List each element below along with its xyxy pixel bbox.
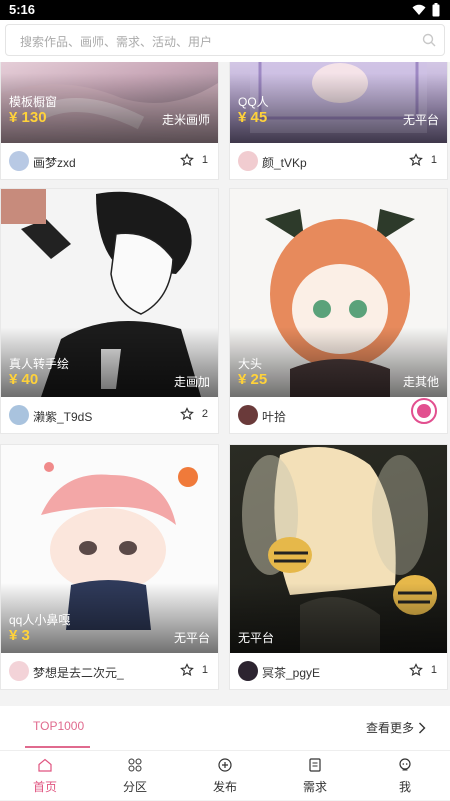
favorite-count: 2 xyxy=(201,408,208,420)
work-price: ¥ 25 xyxy=(238,371,268,388)
work-type: QQ人 xyxy=(238,95,269,109)
tab-categories[interactable]: 分区 xyxy=(90,751,180,801)
card-footer: 颜_tVKp 1 xyxy=(230,143,447,179)
star-icon[interactable] xyxy=(409,153,423,167)
work-platform: 走画加 xyxy=(173,375,210,389)
work-card[interactable]: 大头 ¥ 25 走其他 叶拾 xyxy=(229,188,448,434)
artist-name[interactable]: 叶拾 xyxy=(262,408,286,425)
status-time: 5:16 xyxy=(9,2,36,17)
wifi-icon xyxy=(412,4,426,15)
avatar[interactable] xyxy=(238,151,258,171)
card-footer: 濑紫_T9dS 2 xyxy=(1,397,218,433)
tab-top1000[interactable]: TOP1000 xyxy=(33,719,84,733)
artist-name[interactable]: 濑紫_T9dS xyxy=(33,408,92,425)
star-icon[interactable] xyxy=(180,407,194,421)
card-footer: 梦想是去二次元_ 1 xyxy=(1,653,218,689)
work-thumbnail[interactable]: 模板橱窗 ¥ 130 走米画师 xyxy=(1,62,218,143)
avatar[interactable] xyxy=(9,151,29,171)
tab-label: 我 xyxy=(398,780,411,794)
work-card[interactable]: 无平台 冥茶_pgyE 1 xyxy=(229,444,448,690)
badge-icon xyxy=(417,404,431,418)
work-thumbnail[interactable]: QQ人 ¥ 45 无平台 xyxy=(230,62,447,143)
avatar[interactable] xyxy=(238,661,258,681)
plus-circle-icon xyxy=(218,758,232,772)
bottom-tab-bar: 首页 分区 发布 需求 我 xyxy=(0,750,450,800)
work-type: qq人小鼻嘎 xyxy=(9,613,71,627)
tab-me[interactable]: 我 xyxy=(360,751,450,801)
tab-home[interactable]: 首页 xyxy=(0,751,90,801)
grid-icon xyxy=(128,758,142,772)
artist-name[interactable]: 梦想是去二次元_ xyxy=(33,664,124,681)
work-thumbnail[interactable]: 真人转手绘 ¥ 40 走画加 xyxy=(1,189,218,397)
work-platform: 无平台 xyxy=(238,631,275,645)
work-type: 大头 xyxy=(238,357,263,371)
work-card[interactable]: 模板橱窗 ¥ 130 走米画师 画梦zxd 1 xyxy=(0,62,219,180)
avatar[interactable] xyxy=(9,661,29,681)
works-feed[interactable]: 模板橱窗 ¥ 130 走米画师 画梦zxd 1 QQ人 ¥ 45 无平台 颜_t… xyxy=(0,62,450,750)
profile-icon xyxy=(399,758,411,771)
tab-publish[interactable]: 发布 xyxy=(180,751,270,801)
card-footer: 画梦zxd 1 xyxy=(1,143,218,179)
search-placeholder: 搜索作品、画师、需求、活动、用户 xyxy=(20,35,213,49)
work-card[interactable]: 真人转手绘 ¥ 40 走画加 濑紫_T9dS 2 xyxy=(0,188,219,434)
artist-name[interactable]: 画梦zxd xyxy=(33,154,76,171)
home-icon xyxy=(38,758,52,772)
work-price: ¥ 3 xyxy=(9,627,30,644)
star-icon[interactable] xyxy=(180,153,194,167)
work-card[interactable]: qq人小鼻嘎 ¥ 3 无平台 梦想是去二次元_ 1 xyxy=(0,444,219,690)
tab-label: 分区 xyxy=(122,780,147,794)
favorite-count: 1 xyxy=(430,154,437,166)
work-card[interactable]: QQ人 ¥ 45 无平台 颜_tVKp 1 xyxy=(229,62,448,180)
work-price: ¥ 130 xyxy=(9,109,47,126)
avatar[interactable] xyxy=(9,405,29,425)
floating-badge-button[interactable] xyxy=(411,398,437,424)
search-bar: 搜索作品、画师、需求、活动、用户 xyxy=(0,20,450,62)
star-icon[interactable] xyxy=(180,663,194,677)
see-more-link[interactable]: 查看更多 xyxy=(366,719,414,736)
star-icon[interactable] xyxy=(409,663,423,677)
favorite-count: 1 xyxy=(201,154,208,166)
artist-name[interactable]: 颜_tVKp xyxy=(262,154,307,171)
tab-label: 发布 xyxy=(212,780,237,794)
work-platform: 无平台 xyxy=(173,631,210,645)
work-platform: 走米画师 xyxy=(161,113,210,127)
card-footer: 冥茶_pgyE 1 xyxy=(230,653,447,689)
status-icons xyxy=(412,3,440,17)
tab-requests[interactable]: 需求 xyxy=(270,751,360,801)
status-bar: 5:16 xyxy=(0,0,450,20)
chevron-right-icon[interactable] xyxy=(418,722,426,734)
work-platform: 走其他 xyxy=(402,375,439,389)
document-icon xyxy=(309,758,321,772)
favorite-count: 1 xyxy=(201,664,208,676)
work-thumbnail[interactable]: qq人小鼻嘎 ¥ 3 无平台 xyxy=(1,445,218,653)
work-price: ¥ 40 xyxy=(9,371,39,388)
work-platform: 无平台 xyxy=(402,113,439,127)
work-thumbnail[interactable]: 大头 ¥ 25 走其他 xyxy=(230,189,447,397)
artist-name[interactable]: 冥茶_pgyE xyxy=(262,664,320,681)
tab-label: 需求 xyxy=(302,780,327,794)
work-type: 真人转手绘 xyxy=(9,357,70,371)
work-thumbnail[interactable]: 无平台 xyxy=(230,445,447,653)
tab-underline xyxy=(25,746,90,748)
avatar[interactable] xyxy=(238,405,258,425)
search-input[interactable]: 搜索作品、画师、需求、活动、用户 xyxy=(5,24,445,56)
work-price: ¥ 45 xyxy=(238,109,268,126)
search-icon[interactable] xyxy=(422,33,436,47)
ranking-section-header: TOP1000 查看更多 xyxy=(0,706,450,750)
work-type: 模板橱窗 xyxy=(9,95,58,109)
favorite-count: 1 xyxy=(430,664,437,676)
battery-icon xyxy=(432,3,440,17)
tab-label: 首页 xyxy=(32,780,57,794)
